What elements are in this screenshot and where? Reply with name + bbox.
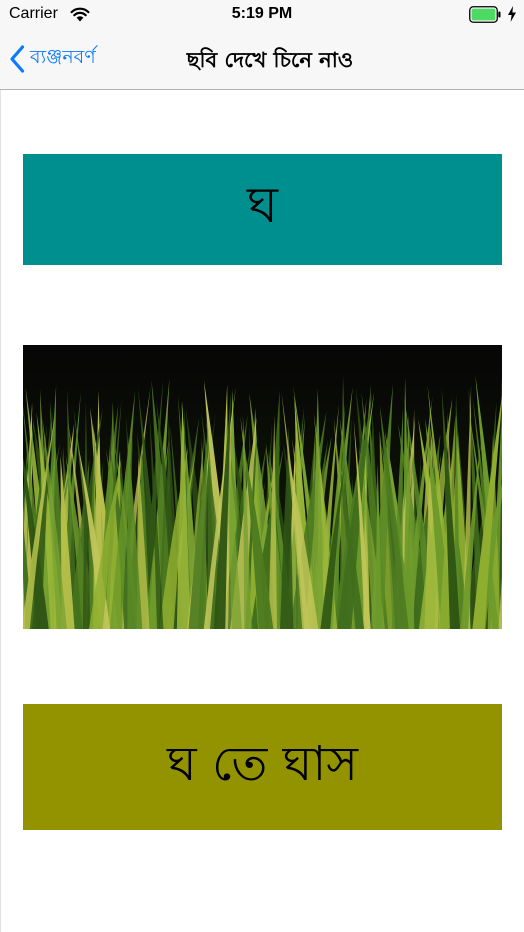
screen: Carrier 5:19 PM ব্যঞ্জনবর্ণ ছবি দেখে চিন…	[0, 0, 524, 932]
letter-text: ঘ	[247, 176, 278, 234]
chevron-left-icon	[10, 45, 25, 73]
letter-banner[interactable]: ঘ	[23, 154, 502, 265]
back-button-label: ব্যঞ্জনবর্ণ	[30, 46, 96, 68]
status-time: 5:19 PM	[231, 5, 293, 22]
divider	[0, 90, 1, 932]
grass-image[interactable]	[23, 345, 502, 629]
grass-illustration	[23, 345, 502, 629]
navigation-bar: ব্যঞ্জনবর্ণ ছবি দেখে চিনে নাও	[0, 30, 524, 90]
back-button[interactable]: ব্যঞ্জনবর্ণ	[8, 42, 96, 76]
content-area: ঘ ঘ তে ঘাস	[0, 90, 524, 932]
battery-icon	[469, 6, 501, 23]
page-title: ছবি দেখে চিনে নাও	[186, 48, 354, 72]
status-bar: Carrier 5:19 PM	[0, 0, 524, 30]
charging-bolt-icon	[508, 6, 516, 22]
word-text: ঘ তে ঘাস	[167, 735, 358, 792]
word-banner[interactable]: ঘ তে ঘাস	[23, 704, 502, 830]
